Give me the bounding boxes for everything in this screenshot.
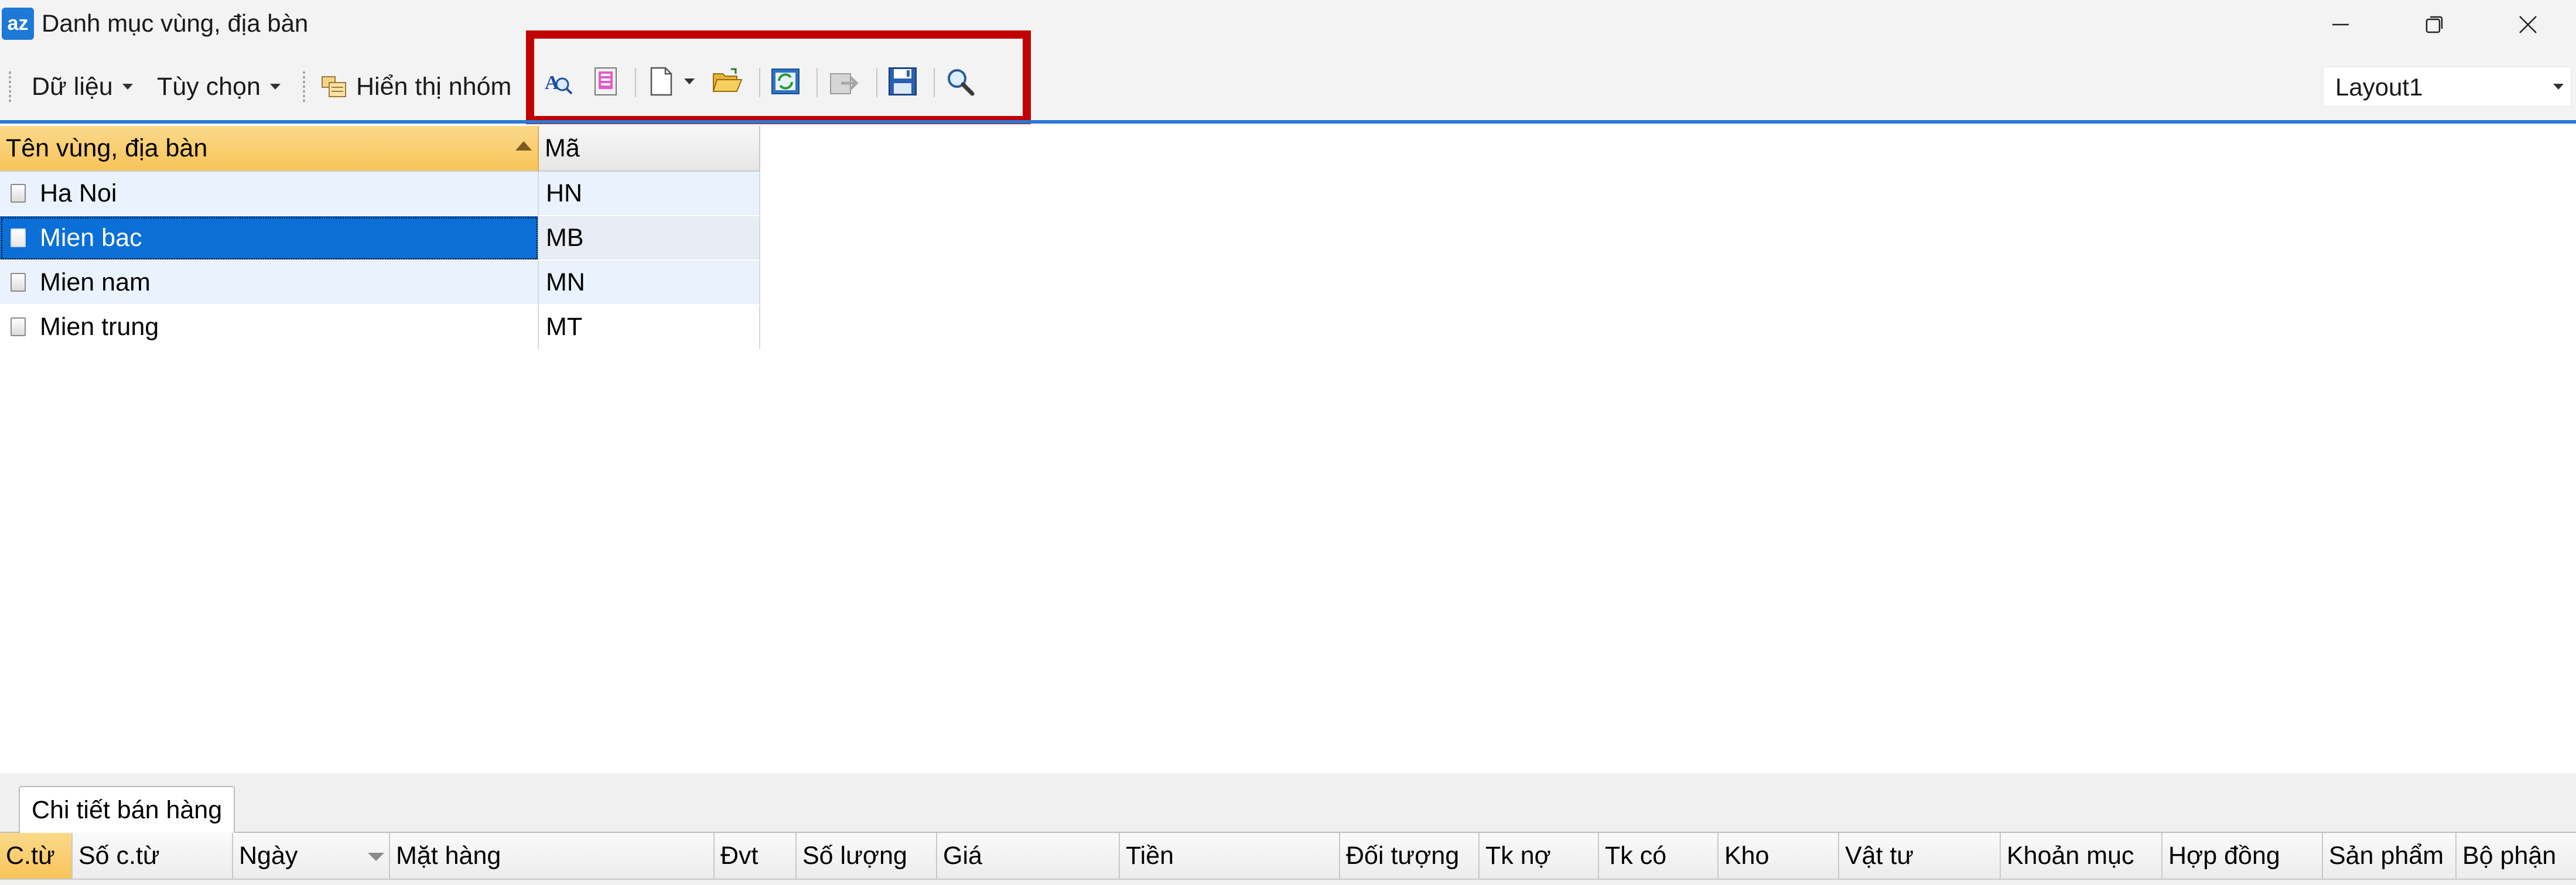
column-header[interactable]: Đối tượng xyxy=(1340,833,1480,880)
column-header-label: Tk nợ xyxy=(1485,841,1551,870)
column-header-label: Ngày xyxy=(239,841,298,870)
minimize-button[interactable] xyxy=(2294,0,2387,49)
row-code-cell[interactable]: HN xyxy=(539,172,760,216)
column-header[interactable]: Khoản mục xyxy=(2001,833,2162,880)
layout-select[interactable]: Layout1 xyxy=(2323,67,2571,107)
column-header[interactable]: Giá xyxy=(937,833,1120,880)
table-row[interactable]: Mien trung MT xyxy=(0,305,760,350)
column-header[interactable]: Bộ phận xyxy=(2457,833,2576,880)
grid-header: Tên vùng, địa bàn Mã xyxy=(0,126,760,172)
row-checkbox[interactable] xyxy=(11,228,26,247)
row-code-cell[interactable]: MB xyxy=(539,216,760,261)
table-row[interactable]: Mien nam MN xyxy=(0,261,760,305)
minimize-icon xyxy=(2332,23,2349,26)
window-title: Danh mục vùng, địa bàn xyxy=(42,9,309,37)
row-name-cell[interactable]: Mien nam xyxy=(0,261,539,305)
row-name-text: Ha Noi xyxy=(40,179,117,207)
menu-data[interactable]: Dữ liệu xyxy=(32,69,133,104)
column-header-code-label: Mã xyxy=(545,134,580,162)
toolbar-divider xyxy=(0,120,2576,124)
restore-button[interactable] xyxy=(2387,0,2481,49)
group-display-label: Hiển thị nhóm xyxy=(356,72,512,101)
column-header-label: Giá xyxy=(943,841,982,870)
row-name-text: Mien nam xyxy=(40,268,151,296)
column-header-label: Vật tư xyxy=(1845,841,1914,870)
close-icon xyxy=(2519,16,2537,33)
column-header-label: Kho xyxy=(1724,841,1769,870)
column-header-name-label: Tên vùng, địa bàn xyxy=(6,134,208,162)
sort-ascending-icon xyxy=(515,141,532,151)
chevron-down-icon xyxy=(269,84,281,90)
column-header-label: Đvt xyxy=(720,841,759,870)
column-header[interactable]: Kho xyxy=(1719,833,1839,880)
row-code-text: MN xyxy=(546,268,585,296)
column-header[interactable]: Tk nợ xyxy=(1480,833,1599,880)
table-row[interactable]: Ha Noi HN xyxy=(0,172,760,216)
row-name-text: Mien bac xyxy=(40,223,142,252)
column-header-name[interactable]: Tên vùng, địa bàn xyxy=(0,126,539,172)
tab-sales-detail[interactable]: Chi tiết bán hàng xyxy=(19,786,235,833)
row-checkbox[interactable] xyxy=(11,317,26,336)
column-header[interactable]: Tiền xyxy=(1120,833,1340,880)
column-header-label: Bộ phận xyxy=(2462,841,2557,870)
group-display-button[interactable]: Hiển thị nhóm xyxy=(320,69,511,104)
menu-data-label: Dữ liệu xyxy=(32,72,113,101)
column-header[interactable]: Đvt xyxy=(715,833,797,880)
chevron-down-icon xyxy=(2553,84,2564,90)
toolbar-grip[interactable] xyxy=(8,70,12,103)
column-header-label: Tk có xyxy=(1605,841,1667,870)
column-header-label: Khoản mục xyxy=(2007,841,2134,870)
column-header-label: C.từ xyxy=(6,841,55,870)
column-header[interactable]: Số lượng xyxy=(797,833,937,880)
row-name-cell[interactable]: Mien trung xyxy=(0,305,539,350)
row-name-cell[interactable]: Ha Noi xyxy=(0,172,539,216)
column-header-label: Đối tượng xyxy=(1346,841,1460,870)
row-checkbox[interactable] xyxy=(11,273,26,292)
column-header[interactable]: C.từ xyxy=(0,833,73,880)
toolbar-highlight-box xyxy=(526,30,1031,124)
chevron-down-icon xyxy=(122,84,133,90)
row-code-cell[interactable]: MN xyxy=(539,261,760,305)
column-header[interactable]: Số c.từ xyxy=(73,833,233,880)
table-row[interactable]: Mien bac MB xyxy=(0,216,760,261)
app-logo-icon: az xyxy=(2,8,34,40)
filter-dropdown-icon[interactable] xyxy=(368,853,384,861)
close-button[interactable] xyxy=(2481,0,2575,49)
column-header[interactable]: Hợp đồng xyxy=(2162,833,2323,880)
row-name-text: Mien trung xyxy=(40,312,159,341)
layout-select-value: Layout1 xyxy=(2335,73,2423,101)
column-header-label: Sản phẩm xyxy=(2329,841,2444,870)
column-header-label: Mặt hàng xyxy=(396,841,501,870)
column-header-label: Số c.từ xyxy=(78,841,160,870)
restore-icon xyxy=(2425,16,2443,33)
column-header[interactable]: Ngày xyxy=(233,833,390,880)
tab-sales-detail-label: Chi tiết bán hàng xyxy=(32,795,223,824)
row-code-text: MT xyxy=(546,312,583,341)
column-header[interactable]: Mặt hàng xyxy=(390,833,715,880)
column-header-label: Tiền xyxy=(1126,841,1174,870)
title-bar: az Danh mục vùng, địa bàn xyxy=(0,0,2576,49)
row-code-text: HN xyxy=(546,179,583,207)
menu-options-label: Tùy chọn xyxy=(157,72,261,101)
row-name-cell[interactable]: Mien bac xyxy=(0,216,539,261)
group-icon xyxy=(322,76,346,97)
column-header-code[interactable]: Mã xyxy=(539,126,760,172)
row-code-text: MB xyxy=(546,223,584,252)
column-header[interactable]: Vật tư xyxy=(1839,833,2001,880)
detail-grid-header: C.từ Số c.từ Ngày Mặt hàng Đvt Số lượng … xyxy=(0,833,2576,880)
menu-options[interactable]: Tùy chọn xyxy=(157,69,281,104)
column-header[interactable]: Sản phẩm xyxy=(2323,833,2457,880)
column-header-label: Số lượng xyxy=(802,841,907,870)
toolbar-grip[interactable] xyxy=(302,70,306,103)
row-code-cell[interactable]: MT xyxy=(539,305,760,350)
column-header[interactable]: Tk có xyxy=(1599,833,1719,880)
row-checkbox[interactable] xyxy=(11,184,26,203)
column-header-label: Hợp đồng xyxy=(2168,841,2280,870)
